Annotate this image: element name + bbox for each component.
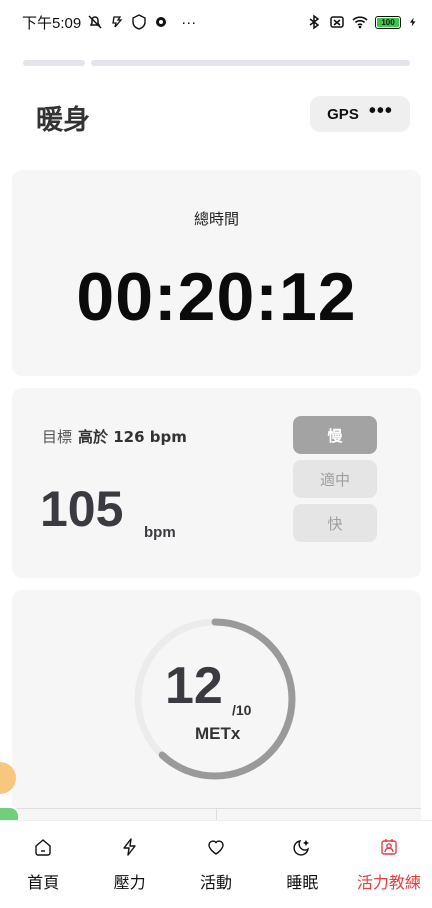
workout-progress-segments (23, 60, 410, 66)
nav-label: 壓力 (113, 873, 146, 892)
page-title: 暖身 (36, 105, 90, 136)
nav-item-activity[interactable]: 活動 (173, 821, 259, 908)
status-bar-right: 100 (306, 14, 418, 30)
shield-icon (132, 14, 146, 30)
target-value: 高於 126 bpm (78, 428, 187, 446)
gps-menu-button[interactable]: GPS ••• (310, 96, 410, 132)
met-denominator: /10 (232, 702, 252, 718)
bluetooth-icon (309, 14, 320, 30)
heart-icon (208, 840, 224, 855)
coach-icon (381, 839, 397, 855)
mute-notifications-icon (88, 15, 102, 29)
status-bar-left: 下午5:09 ··· (22, 12, 196, 33)
met-unit: METx (195, 724, 241, 743)
speed-slow-button[interactable]: 慢 (293, 416, 377, 454)
total-time-card: 總時間 00:20:12 (12, 170, 421, 376)
speed-fast-button[interactable]: 快 (293, 504, 377, 542)
heart-rate-unit: bpm (144, 524, 176, 541)
moon-icon (293, 840, 310, 856)
heart-rate-value: 105 (40, 481, 124, 537)
nav-label: 睡眠 (286, 873, 319, 892)
heart-rate-card: 目標 高於 126 bpm 105 bpm 慢 適中 快 (12, 388, 421, 578)
wifi-icon (352, 16, 368, 29)
met-card: 12 /10 METx (12, 590, 421, 850)
lightning-icon (122, 838, 136, 856)
nav-item-coach[interactable]: 活力教練 (346, 821, 432, 908)
nav-item-home[interactable]: 首頁 (0, 821, 86, 908)
gps-label: GPS (327, 105, 359, 123)
battery-level: 100 (377, 17, 399, 27)
home-icon (35, 839, 51, 856)
gear-icon (156, 17, 167, 27)
total-time-label: 總時間 (193, 210, 239, 228)
battery-icon: 100 (375, 15, 401, 29)
met-value: 12 (165, 657, 223, 715)
speed-moderate-button[interactable]: 適中 (293, 460, 377, 498)
nav-item-stress[interactable]: 壓力 (86, 821, 172, 908)
page-header: 暖身 GPS ••• (0, 90, 432, 140)
more-icon: ••• (368, 100, 393, 122)
no-sim-icon (330, 16, 344, 28)
nav-item-sleep[interactable]: 睡眠 (259, 821, 345, 908)
progress-segment (23, 60, 85, 66)
target-heart-rate: 目標 高於 126 bpm (42, 426, 187, 447)
nav-label: 活動 (200, 873, 233, 892)
status-bar: 下午5:09 ··· 100 (0, 0, 432, 44)
nav-label: 首頁 (27, 873, 60, 892)
status-more: ··· (181, 13, 197, 31)
total-time-value: 00:20:12 (76, 259, 357, 335)
sync-icon (112, 16, 123, 28)
progress-segment (91, 60, 410, 66)
target-label: 目標 (42, 428, 73, 446)
charging-icon (409, 17, 416, 27)
nav-label: 活力教練 (356, 873, 421, 892)
bottom-nav: 首頁 壓力 活動 睡眠 活力教練 (0, 820, 432, 908)
status-time: 下午5:09 (22, 14, 82, 32)
